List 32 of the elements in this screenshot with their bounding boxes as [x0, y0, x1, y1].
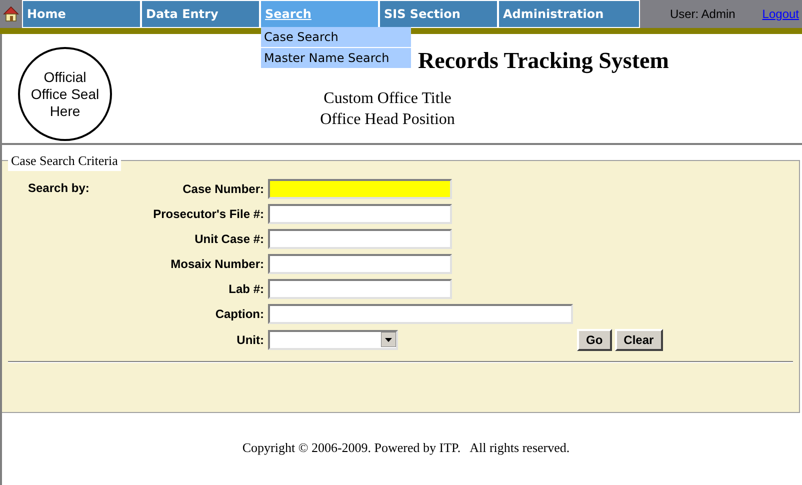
nav-tab[interactable]: SIS Section	[379, 0, 498, 28]
user-label: User: Admin	[670, 6, 736, 23]
office-head: Office Head Position	[320, 110, 455, 130]
field-label: Lab #:	[228, 280, 265, 298]
menu-item[interactable]: Master Name Search	[261, 48, 411, 68]
input-field[interactable]	[268, 228, 452, 248]
input-field[interactable]	[268, 204, 452, 224]
nav-tab[interactable]: Home	[22, 0, 141, 28]
input-field[interactable]	[268, 254, 452, 274]
office-title: Custom Office Title	[324, 89, 452, 109]
field-label: Case Number:	[182, 180, 265, 198]
menu-item[interactable]: Case Search	[261, 27, 411, 47]
form-button[interactable]: Go	[577, 328, 612, 350]
input-field[interactable]	[268, 278, 452, 298]
field-label: Mosaix Number:	[170, 256, 265, 272]
field-label: Unit Case #:	[194, 230, 265, 248]
system-title: Records Tracking System	[418, 47, 669, 76]
field-label: Unit:	[236, 332, 265, 348]
house-icon[interactable]	[3, 6, 19, 22]
field-label: Caption:	[214, 306, 265, 322]
nav-tab[interactable]: Data Entry	[141, 0, 260, 28]
copyright-text: Copyright © 2006-2009. Powered by ITP. All rights reserved.	[242, 439, 570, 457]
unit-select[interactable]	[268, 330, 398, 350]
nav-tab[interactable]: Search	[260, 0, 379, 28]
input-field[interactable]	[268, 178, 452, 198]
dropdown-arrow-icon[interactable]	[381, 332, 396, 347]
search-by-label: Search by:	[28, 180, 90, 196]
input-field[interactable]	[268, 304, 573, 324]
form-button[interactable]: Clear	[614, 328, 663, 350]
field-label: Prosecutor's File #:	[152, 206, 265, 222]
logout-link[interactable]: Logout	[762, 5, 799, 23]
nav-tab[interactable]: Administration	[498, 0, 640, 28]
